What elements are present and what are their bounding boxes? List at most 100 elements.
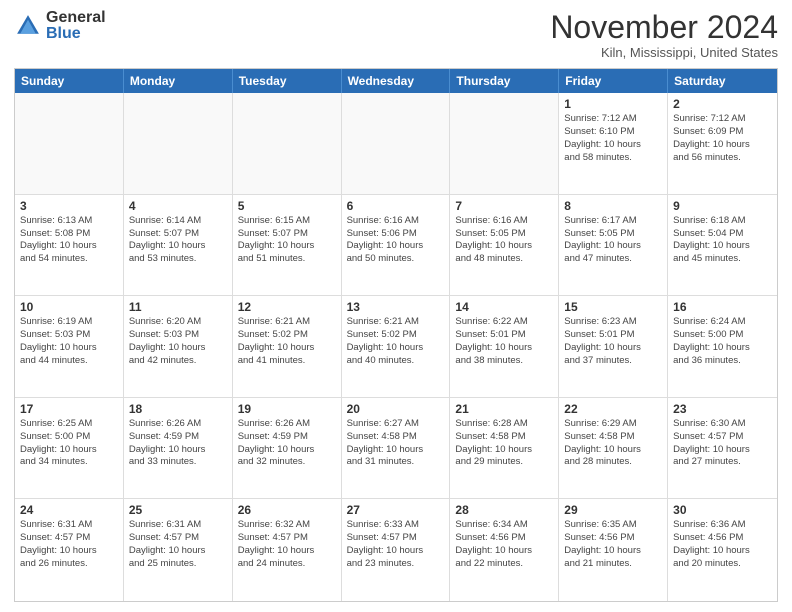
day-info: Sunrise: 6:14 AM Sunset: 5:07 PM Dayligh… <box>129 215 227 266</box>
day-number: 23 <box>673 402 772 416</box>
day-info: Sunrise: 6:26 AM Sunset: 4:59 PM Dayligh… <box>129 418 227 469</box>
calendar-row-4: 17 Sunrise: 6:25 AM Sunset: 5:00 PM Dayli… <box>15 398 777 500</box>
calendar-cell-1-4 <box>342 93 451 194</box>
header-day-tuesday: Tuesday <box>233 69 342 93</box>
calendar-cell-1-5 <box>450 93 559 194</box>
logo-general-text: General <box>46 10 106 26</box>
calendar-cell-5-2: 25 Sunrise: 6:31 AM Sunset: 4:57 PM Dayli… <box>124 499 233 601</box>
day-number: 10 <box>20 300 118 314</box>
calendar-cell-5-5: 28 Sunrise: 6:34 AM Sunset: 4:56 PM Dayli… <box>450 499 559 601</box>
day-info: Sunrise: 6:26 AM Sunset: 4:59 PM Dayligh… <box>238 418 336 469</box>
calendar-cell-3-7: 16 Sunrise: 6:24 AM Sunset: 5:00 PM Dayli… <box>668 296 777 397</box>
day-info: Sunrise: 6:36 AM Sunset: 4:56 PM Dayligh… <box>673 519 772 570</box>
day-info: Sunrise: 6:20 AM Sunset: 5:03 PM Dayligh… <box>129 316 227 367</box>
day-number: 1 <box>564 97 662 111</box>
header-day-friday: Friday <box>559 69 668 93</box>
day-info: Sunrise: 6:13 AM Sunset: 5:08 PM Dayligh… <box>20 215 118 266</box>
calendar-cell-4-5: 21 Sunrise: 6:28 AM Sunset: 4:58 PM Dayli… <box>450 398 559 499</box>
day-info: Sunrise: 6:18 AM Sunset: 5:04 PM Dayligh… <box>673 215 772 266</box>
calendar-cell-5-6: 29Sunrise: 6:35 AM Sunset: 4:56 PM Dayli… <box>559 499 668 601</box>
day-info: Sunrise: 6:31 AM Sunset: 4:57 PM Dayligh… <box>20 519 118 570</box>
calendar-cell-5-3: 26 Sunrise: 6:32 AM Sunset: 4:57 PM Dayli… <box>233 499 342 601</box>
location: Kiln, Mississippi, United States <box>550 45 778 60</box>
day-info: Sunrise: 6:25 AM Sunset: 5:00 PM Dayligh… <box>20 418 118 469</box>
day-info: Sunrise: 6:33 AM Sunset: 4:57 PM Dayligh… <box>347 519 445 570</box>
day-number: 29 <box>564 503 662 517</box>
calendar-cell-4-2: 18 Sunrise: 6:26 AM Sunset: 4:59 PM Dayli… <box>124 398 233 499</box>
day-number: 17 <box>20 402 118 416</box>
calendar-cell-3-3: 12Sunrise: 6:21 AM Sunset: 5:02 PM Dayli… <box>233 296 342 397</box>
logo-text: General Blue <box>46 10 106 42</box>
calendar-cell-4-4: 20 Sunrise: 6:27 AM Sunset: 4:58 PM Dayli… <box>342 398 451 499</box>
day-info: Sunrise: 6:22 AM Sunset: 5:01 PM Dayligh… <box>455 316 553 367</box>
day-number: 9 <box>673 199 772 213</box>
day-info: Sunrise: 6:28 AM Sunset: 4:58 PM Dayligh… <box>455 418 553 469</box>
day-number: 24 <box>20 503 118 517</box>
calendar-cell-1-3 <box>233 93 342 194</box>
calendar-header: SundayMondayTuesdayWednesdayThursdayFrid… <box>15 69 777 93</box>
day-number: 18 <box>129 402 227 416</box>
day-number: 20 <box>347 402 445 416</box>
calendar-cell-1-7: 2Sunrise: 7:12 AM Sunset: 6:09 PM Daylig… <box>668 93 777 194</box>
day-number: 6 <box>347 199 445 213</box>
calendar-cell-3-4: 13 Sunrise: 6:21 AM Sunset: 5:02 PM Dayli… <box>342 296 451 397</box>
day-number: 11 <box>129 300 227 314</box>
day-info: Sunrise: 6:31 AM Sunset: 4:57 PM Dayligh… <box>129 519 227 570</box>
day-number: 26 <box>238 503 336 517</box>
day-number: 13 <box>347 300 445 314</box>
day-number: 19 <box>238 402 336 416</box>
header-day-thursday: Thursday <box>450 69 559 93</box>
calendar-cell-4-7: 23Sunrise: 6:30 AM Sunset: 4:57 PM Dayli… <box>668 398 777 499</box>
calendar-cell-2-1: 3Sunrise: 6:13 AM Sunset: 5:08 PM Daylig… <box>15 195 124 296</box>
calendar-cell-4-3: 19 Sunrise: 6:26 AM Sunset: 4:59 PM Dayli… <box>233 398 342 499</box>
title-block: November 2024 Kiln, Mississippi, United … <box>550 10 778 60</box>
day-number: 2 <box>673 97 772 111</box>
day-number: 14 <box>455 300 553 314</box>
calendar-cell-2-3: 5Sunrise: 6:15 AM Sunset: 5:07 PM Daylig… <box>233 195 342 296</box>
day-number: 16 <box>673 300 772 314</box>
day-number: 22 <box>564 402 662 416</box>
day-info: Sunrise: 6:17 AM Sunset: 5:05 PM Dayligh… <box>564 215 662 266</box>
month-title: November 2024 <box>550 10 778 45</box>
day-number: 7 <box>455 199 553 213</box>
day-number: 28 <box>455 503 553 517</box>
day-info: Sunrise: 6:15 AM Sunset: 5:07 PM Dayligh… <box>238 215 336 266</box>
calendar-cell-2-7: 9 Sunrise: 6:18 AM Sunset: 5:04 PM Daylig… <box>668 195 777 296</box>
calendar-cell-1-6: 1Sunrise: 7:12 AM Sunset: 6:10 PM Daylig… <box>559 93 668 194</box>
day-info: Sunrise: 6:34 AM Sunset: 4:56 PM Dayligh… <box>455 519 553 570</box>
day-info: Sunrise: 6:23 AM Sunset: 5:01 PM Dayligh… <box>564 316 662 367</box>
day-number: 27 <box>347 503 445 517</box>
header-day-monday: Monday <box>124 69 233 93</box>
calendar-cell-3-2: 11 Sunrise: 6:20 AM Sunset: 5:03 PM Dayli… <box>124 296 233 397</box>
day-number: 21 <box>455 402 553 416</box>
day-number: 15 <box>564 300 662 314</box>
calendar-cell-5-1: 24 Sunrise: 6:31 AM Sunset: 4:57 PM Dayli… <box>15 499 124 601</box>
day-info: Sunrise: 6:21 AM Sunset: 5:02 PM Dayligh… <box>347 316 445 367</box>
calendar-cell-3-1: 10 Sunrise: 6:19 AM Sunset: 5:03 PM Dayli… <box>15 296 124 397</box>
day-info: Sunrise: 6:24 AM Sunset: 5:00 PM Dayligh… <box>673 316 772 367</box>
page: General Blue November 2024 Kiln, Mississ… <box>0 0 792 612</box>
day-info: Sunrise: 6:32 AM Sunset: 4:57 PM Dayligh… <box>238 519 336 570</box>
calendar-cell-4-6: 22 Sunrise: 6:29 AM Sunset: 4:58 PM Dayli… <box>559 398 668 499</box>
calendar-cell-5-4: 27 Sunrise: 6:33 AM Sunset: 4:57 PM Dayli… <box>342 499 451 601</box>
logo-blue-text: Blue <box>46 26 106 42</box>
day-number: 25 <box>129 503 227 517</box>
calendar-cell-2-6: 8Sunrise: 6:17 AM Sunset: 5:05 PM Daylig… <box>559 195 668 296</box>
day-info: Sunrise: 6:16 AM Sunset: 5:06 PM Dayligh… <box>347 215 445 266</box>
day-info: Sunrise: 6:29 AM Sunset: 4:58 PM Dayligh… <box>564 418 662 469</box>
day-info: Sunrise: 6:21 AM Sunset: 5:02 PM Dayligh… <box>238 316 336 367</box>
header-day-wednesday: Wednesday <box>342 69 451 93</box>
logo: General Blue <box>14 10 106 42</box>
calendar-row-2: 3Sunrise: 6:13 AM Sunset: 5:08 PM Daylig… <box>15 195 777 297</box>
header-day-saturday: Saturday <box>668 69 777 93</box>
calendar-cell-2-5: 7Sunrise: 6:16 AM Sunset: 5:05 PM Daylig… <box>450 195 559 296</box>
day-number: 4 <box>129 199 227 213</box>
day-info: Sunrise: 6:19 AM Sunset: 5:03 PM Dayligh… <box>20 316 118 367</box>
calendar-cell-1-1 <box>15 93 124 194</box>
day-number: 30 <box>673 503 772 517</box>
calendar-row-1: 1Sunrise: 7:12 AM Sunset: 6:10 PM Daylig… <box>15 93 777 195</box>
logo-icon <box>14 12 42 40</box>
day-info: Sunrise: 6:27 AM Sunset: 4:58 PM Dayligh… <box>347 418 445 469</box>
calendar-cell-1-2 <box>124 93 233 194</box>
calendar-body: 1Sunrise: 7:12 AM Sunset: 6:10 PM Daylig… <box>15 93 777 601</box>
